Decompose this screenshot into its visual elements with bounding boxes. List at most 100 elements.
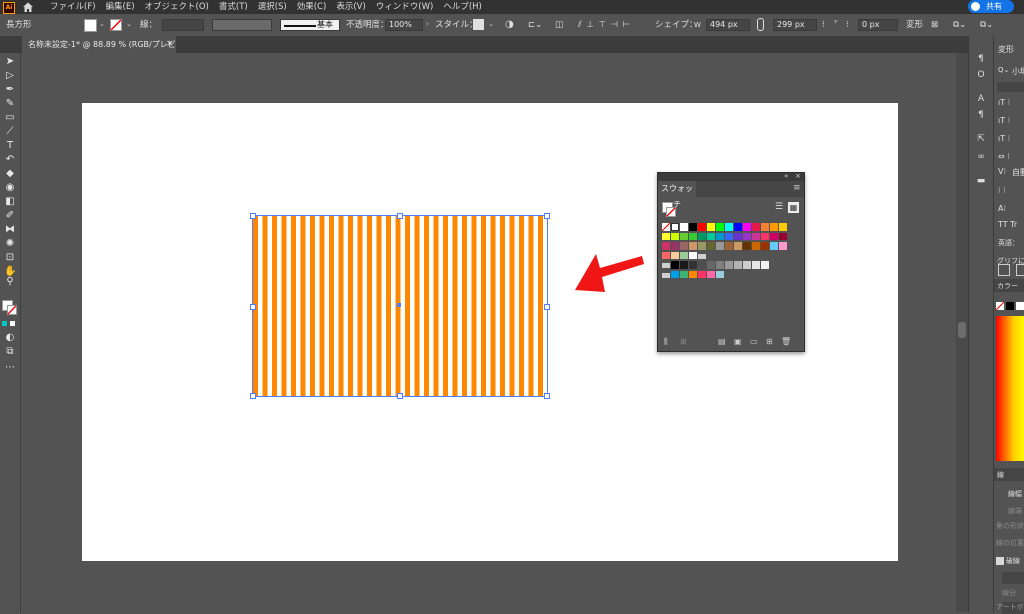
handle-top-right[interactable] [544,213,550,219]
swatch-chip[interactable] [689,232,697,240]
selection-tool-icon[interactable]: ➤ [4,57,16,67]
swatch-chip[interactable] [698,242,706,250]
swatch-chip[interactable] [761,223,769,231]
eraser-icon[interactable]: ◆ [4,169,16,179]
menu-help[interactable]: ヘルプ(H) [443,1,482,13]
handle-bottom-left[interactable] [250,393,256,399]
swatch-chip[interactable] [680,270,688,278]
glyph-snap-icon-2[interactable] [1016,264,1024,276]
swatch-chip[interactable] [680,251,688,259]
swatch-chip[interactable] [770,232,778,240]
swatch-chip[interactable] [680,223,688,231]
menu-view[interactable]: 表示(V) [336,1,365,13]
delete-icon[interactable]: 🗑 [781,337,791,346]
chevron-down-icon[interactable]: ⌄ [99,20,105,28]
swatch-chip[interactable] [689,270,697,278]
swatch-chip[interactable] [779,232,787,240]
swatch-chip[interactable] [743,242,751,250]
swatch-chip[interactable] [734,261,742,269]
kerning-auto[interactable]: 自動 [1012,167,1024,178]
swatch-folder-icon[interactable] [662,263,670,268]
swatch-chip[interactable] [743,232,751,240]
swatch-chip[interactable] [707,223,715,231]
variable-width-field[interactable] [212,19,272,31]
swatch-chip[interactable] [707,261,715,269]
link-dimensions-icon[interactable] [757,18,764,31]
stroke-none-icon[interactable] [110,19,122,31]
menu-type[interactable]: 書式(T) [219,1,248,13]
opacity-input[interactable]: 100% [385,19,423,31]
fill-swatch[interactable] [84,19,97,32]
font-style-field[interactable] [997,82,1024,92]
swatch-chip[interactable] [680,242,688,250]
show-kinds-icon[interactable]: ▤ [718,337,726,346]
swatch-chip[interactable] [689,251,697,259]
swatch-chip[interactable] [779,242,787,250]
align-icon[interactable]: ⊏⌄ [528,19,542,31]
swatch-folder-icon[interactable] [698,253,706,259]
paragraph-icon[interactable]: ¶ [976,54,986,64]
chevron-down-icon[interactable]: ⌄ [488,20,494,28]
align-buttons-icon[interactable]: ⫽ ⊥ ⊤ ⊣ ⊢ [578,19,631,31]
swatch-chip[interactable] [725,261,733,269]
handle-bottom-center[interactable] [397,393,403,399]
caps-icon[interactable]: TT Tr [998,220,1017,229]
gradient-mode-icon[interactable] [10,321,15,326]
swatch-chip[interactable] [698,261,706,269]
artboard-tool-icon[interactable]: ⊡ [4,253,16,263]
color-panel-header[interactable]: カラー [994,279,1024,292]
color-mode-icon[interactable] [2,321,7,326]
swatch-chip[interactable] [689,242,697,250]
glyph-o-icon[interactable]: O [976,70,986,80]
panel-drag-bar[interactable]: « × [658,172,804,181]
swatch-chip[interactable] [734,223,742,231]
swatch-library-icon[interactable]: ⫼ [664,337,668,347]
swatch-chip[interactable] [716,261,724,269]
swatch-chip[interactable] [752,232,760,240]
symbol-sprayer-icon[interactable]: ✺ [4,239,16,249]
draw-mode-icon[interactable]: ◐ [4,333,16,343]
new-swatch-icon[interactable]: ⊞ [766,337,773,346]
swatch-chip[interactable] [680,232,688,240]
graphic-style-swatch[interactable] [473,19,484,30]
document-tab[interactable]: 名称未設定-1* @ 88.89 % (RGB/プレビュー) × [22,36,176,66]
collapse-icon[interactable]: « [784,172,788,180]
grid-view-icon[interactable]: ▦ [788,202,799,213]
export-icon[interactable]: ⇱ [976,134,986,144]
swatch-chip[interactable] [725,232,733,240]
corner-stepper-icon[interactable]: ⁝ [822,19,825,31]
screen-mode-icon[interactable]: ⧉ [4,347,16,357]
chevron-right-icon[interactable]: › [426,20,429,28]
curvature-icon[interactable]: ✎ [4,99,16,109]
menu-edit[interactable]: 編集(E) [106,1,135,13]
corner-type-icon[interactable]: ⌜ [834,19,838,31]
swatch-chip[interactable] [716,232,724,240]
swatch-folder-icon[interactable] [662,272,670,278]
swatch-chip[interactable] [707,242,715,250]
dash-checkbox[interactable] [996,557,1004,565]
swatch-chip[interactable] [671,251,679,259]
corner-stepper-icon-2[interactable]: ⁝ [846,19,849,31]
swatch-chip[interactable] [662,232,670,240]
handle-bottom-right[interactable] [544,393,550,399]
zoom-icon[interactable]: ⚲ [4,277,16,287]
swatch-chip[interactable] [752,261,760,269]
swatch-chip[interactable] [743,223,751,231]
character-style-icon[interactable]: A [976,94,986,104]
swatch-chip[interactable] [689,223,697,231]
panel-menu-icon[interactable]: ≡ [793,183,801,193]
swatch-chip[interactable] [734,232,742,240]
swatch-chip[interactable] [770,223,778,231]
swatch-chip[interactable] [752,242,760,250]
more-tools-icon[interactable]: ⋯ [4,363,16,373]
menu-object[interactable]: オブジェクト(O) [145,1,209,13]
panel-options-icon[interactable]: ⧉⌄ [980,19,993,31]
type-icon[interactable]: T [4,141,16,151]
corner-radius-input[interactable]: 0 px [858,19,898,31]
handle-top-left[interactable] [250,213,256,219]
brush-definition-field[interactable]: 基本 [280,19,340,31]
pen-icon[interactable]: ✒ [4,85,16,95]
swatch-chip[interactable] [743,261,751,269]
swatch-chip[interactable] [716,223,724,231]
handle-middle-right[interactable] [544,304,550,310]
